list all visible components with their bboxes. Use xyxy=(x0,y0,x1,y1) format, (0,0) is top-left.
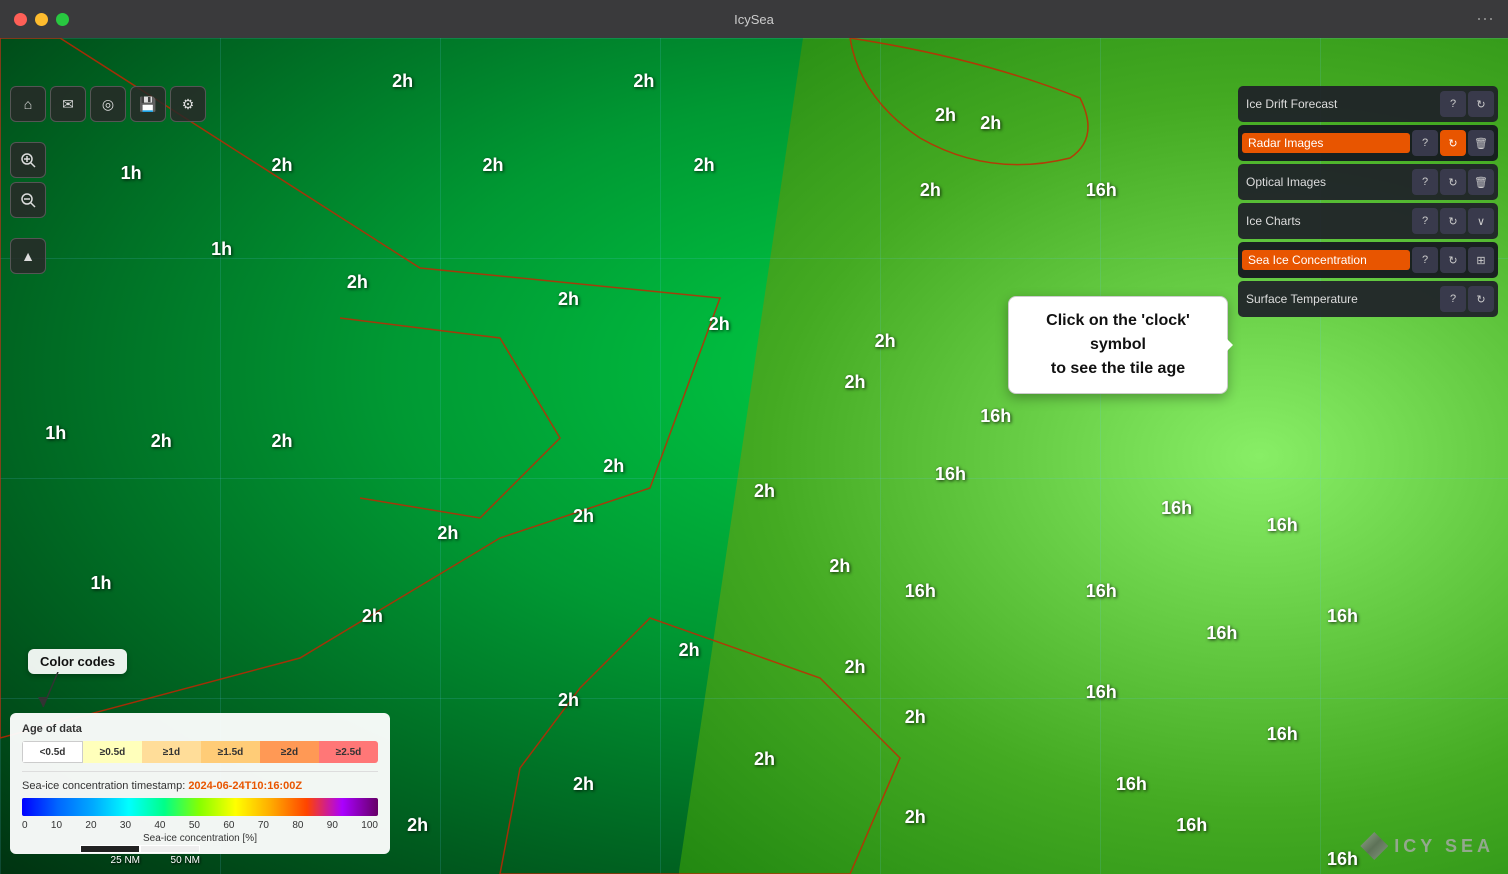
scale-seg-2 xyxy=(140,845,200,853)
age-seg-0: <0.5d xyxy=(22,741,83,763)
icysea-logo: ICY SEA xyxy=(1360,832,1494,860)
concentration-labels: 0 10 20 30 40 50 60 70 80 90 100 xyxy=(22,820,378,831)
more-options-icon[interactable]: ⋯ xyxy=(1476,9,1494,30)
color-codes-arrow xyxy=(38,672,98,712)
timestamp-value: 2024-06-24T10:16:00Z xyxy=(188,780,302,792)
layer-sea-ice-conc-label: Sea Ice Concentration xyxy=(1242,250,1410,270)
layer-radar-delete[interactable]: 🗑 xyxy=(1468,130,1494,156)
layer-surface-temp-label: Surface Temperature xyxy=(1242,292,1438,306)
layer-surface-temp-refresh[interactable]: ↻ xyxy=(1468,286,1494,312)
layer-ice-drift-help[interactable]: ? xyxy=(1440,91,1466,117)
layer-ice-charts-help[interactable]: ? xyxy=(1412,208,1438,234)
timestamp-row: Sea-ice concentration timestamp: 2024-06… xyxy=(22,780,378,792)
layer-optical-refresh[interactable]: ↻ xyxy=(1440,169,1466,195)
logo-diamond-icon xyxy=(1360,832,1388,860)
layer-radar-refresh[interactable]: ↻ xyxy=(1440,130,1466,156)
layers-panel: Ice Drift Forecast ? ↻ Radar Images ? ↻ … xyxy=(1238,86,1498,317)
logo-text: ICY SEA xyxy=(1394,836,1494,857)
layer-surface-temp: Surface Temperature ? ↻ xyxy=(1238,281,1498,317)
home-button[interactable]: ⌂ xyxy=(10,86,46,122)
clock-tooltip: Click on the 'clock' symbolto see the ti… xyxy=(1008,296,1228,394)
concentration-unit: Sea-ice concentration [%] xyxy=(22,833,378,844)
maximize-button[interactable] xyxy=(56,13,69,26)
navigate-button[interactable]: ▲ xyxy=(10,238,46,274)
layer-radar-help[interactable]: ? xyxy=(1412,130,1438,156)
zoom-in-button[interactable] xyxy=(10,142,46,178)
layer-ice-charts-chevron[interactable]: ∨ xyxy=(1468,208,1494,234)
layer-ice-drift: Ice Drift Forecast ? ↻ xyxy=(1238,86,1498,122)
layer-optical-delete[interactable]: 🗑 xyxy=(1468,169,1494,195)
layer-ice-drift-label: Ice Drift Forecast xyxy=(1242,97,1438,111)
layer-optical-images-label: Optical Images xyxy=(1242,175,1410,189)
layer-sea-ice-refresh[interactable]: ↻ xyxy=(1440,247,1466,273)
color-codes-label: Color codes xyxy=(28,649,127,674)
age-seg-2: ≥1d xyxy=(142,741,201,763)
traffic-lights xyxy=(14,13,69,26)
age-seg-3: ≥1.5d xyxy=(201,741,260,763)
minimize-button[interactable] xyxy=(35,13,48,26)
age-legend-title: Age of data xyxy=(22,723,378,735)
legend-panel: Age of data <0.5d ≥0.5d ≥1d ≥1.5d ≥2d ≥2… xyxy=(10,713,390,854)
location-button[interactable]: ◎ xyxy=(90,86,126,122)
layer-ice-charts-refresh[interactable]: ↻ xyxy=(1440,208,1466,234)
layer-radar-images-label: Radar Images xyxy=(1242,133,1410,153)
scale-labels: 25 NM 50 NM xyxy=(80,855,200,866)
email-button[interactable]: ✉ xyxy=(50,86,86,122)
save-button[interactable]: 💾 xyxy=(130,86,166,122)
layer-ice-drift-refresh[interactable]: ↻ xyxy=(1468,91,1494,117)
layer-surface-temp-help[interactable]: ? xyxy=(1440,286,1466,312)
layer-sea-ice-help[interactable]: ? xyxy=(1412,247,1438,273)
map-container[interactable]: 2h2h2h2h1h2h2h2h2h16h1h2h2h2h2h16h2h16h1… xyxy=(0,38,1508,874)
layer-ice-charts: Ice Charts ? ↻ ∨ xyxy=(1238,203,1498,239)
layer-sea-ice-conc: Sea Ice Concentration ? ↻ ⊞ xyxy=(1238,242,1498,278)
left-toolbar: ⌂ ✉ ◎ 💾 ⚙ ▲ xyxy=(10,86,206,274)
zoom-out-button[interactable] xyxy=(10,182,46,218)
tooltip-text: Click on the 'clock' symbolto see the ti… xyxy=(1046,312,1190,377)
layer-optical-images: Optical Images ? ↻ 🗑 xyxy=(1238,164,1498,200)
concentration-bar xyxy=(22,798,378,816)
app-title: IcySea xyxy=(734,12,774,27)
layer-optical-help[interactable]: ? xyxy=(1412,169,1438,195)
age-seg-5: ≥2.5d xyxy=(319,741,378,763)
close-button[interactable] xyxy=(14,13,27,26)
scale-seg-1 xyxy=(80,845,140,853)
titlebar: IcySea ⋯ xyxy=(0,0,1508,38)
layer-radar-images: Radar Images ? ↻ 🗑 xyxy=(1238,125,1498,161)
layer-ice-charts-label: Ice Charts xyxy=(1242,214,1410,228)
age-color-bar: <0.5d ≥0.5d ≥1d ≥1.5d ≥2d ≥2.5d xyxy=(22,741,378,763)
scale-bar: 25 NM 50 NM xyxy=(80,845,200,866)
layer-sea-ice-special[interactable]: ⊞ xyxy=(1468,247,1494,273)
settings-button[interactable]: ⚙ xyxy=(170,86,206,122)
age-seg-1: ≥0.5d xyxy=(83,741,142,763)
age-seg-4: ≥2d xyxy=(260,741,319,763)
